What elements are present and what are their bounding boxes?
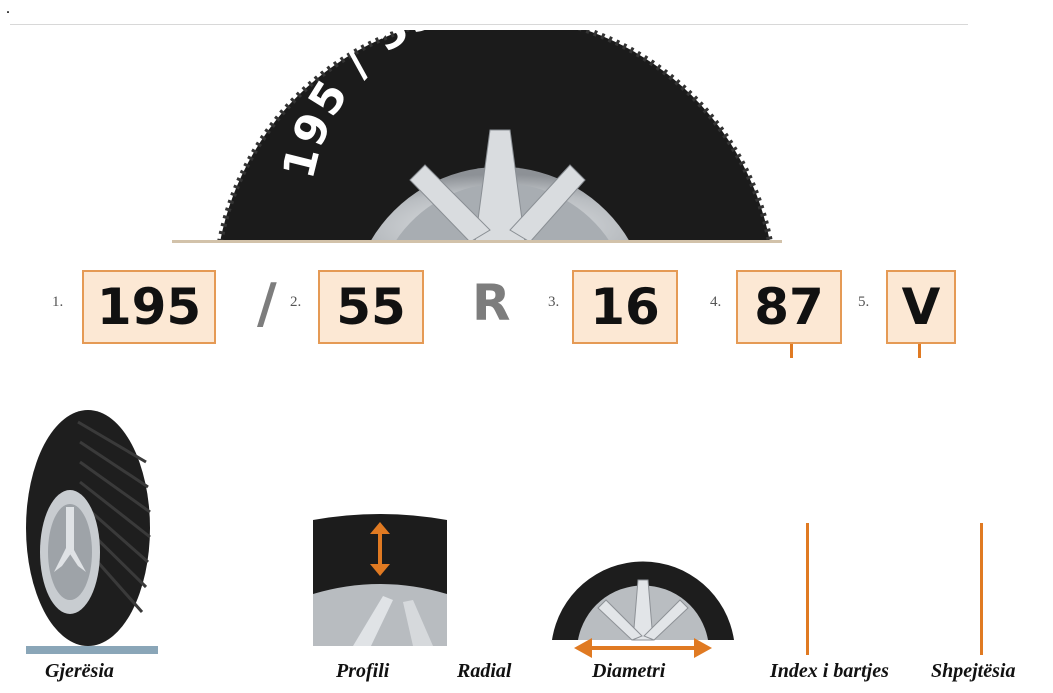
width-value-box: 195 — [82, 270, 216, 344]
diameter-value-box: 16 — [572, 270, 678, 344]
item-number-4: 4. — [710, 294, 722, 310]
full-tire-icon — [26, 410, 158, 654]
caption-diameter: Diametri — [592, 660, 666, 682]
caption-load-index: Index i bartjes — [770, 660, 889, 682]
tire-profile-cross-section-icon — [313, 512, 447, 646]
item-number-1: 1. — [52, 294, 64, 310]
load-index-indicator-line — [806, 523, 809, 655]
radial-letter: R — [472, 274, 511, 332]
item-number-2: 2. — [290, 294, 302, 310]
caption-profile: Profili — [336, 660, 390, 682]
half-wheel-diameter-icon — [552, 561, 734, 658]
profile-value-box: 55 — [318, 270, 424, 344]
sidewall-baseline — [172, 240, 782, 243]
load-index-value-box: 87 — [736, 270, 842, 344]
caption-speed: Shpejtësia — [931, 660, 1016, 682]
top-divider — [10, 24, 968, 25]
load-index-connector-top — [790, 344, 793, 358]
item-number-3: 3. — [548, 294, 560, 310]
caption-width: Gjerësia — [45, 660, 114, 682]
caption-radial: Radial — [457, 660, 512, 682]
tire-sidewall-illustration: 195 / 55 R 16 87V — [217, 30, 773, 243]
slash-separator: / — [257, 272, 277, 335]
speed-connector-top — [918, 344, 921, 358]
stray-mark: . — [6, 0, 10, 17]
speed-indicator-line — [980, 523, 983, 655]
speed-value-box: V — [886, 270, 956, 344]
item-number-5: 5. — [858, 294, 870, 310]
tire-code-breakdown: 1. 195 / 2. 55 R 3. 16 4. 87 5. V — [40, 258, 960, 358]
